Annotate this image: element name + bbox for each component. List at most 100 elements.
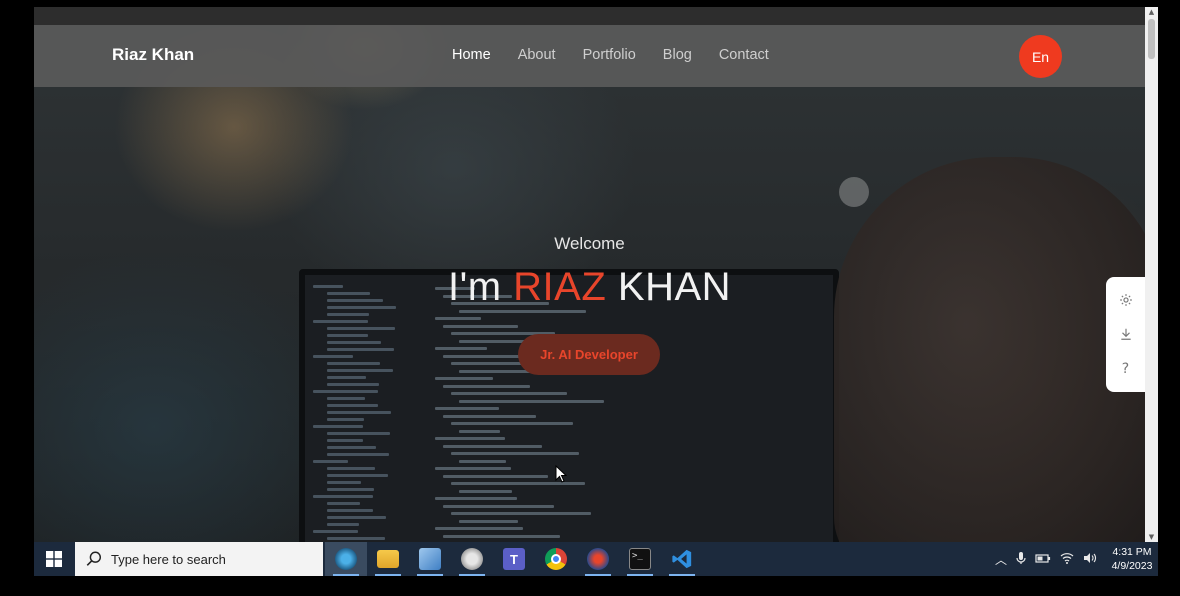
monitor-sidebar-line <box>327 362 380 365</box>
nav-links: Home About Portfolio Blog Contact <box>452 47 796 63</box>
monitor-sidebar-line <box>313 320 368 323</box>
terminal-icon: >_ <box>629 548 651 570</box>
page-scrollbar[interactable]: ▲ ▼ <box>1145 7 1158 542</box>
vscode-icon <box>672 549 692 569</box>
app-7-icon <box>587 548 609 570</box>
folder-icon <box>377 550 399 568</box>
monitor-sidebar-line <box>327 411 391 414</box>
monitor-sidebar-line <box>313 460 348 463</box>
monitor-sidebar-line <box>327 432 390 435</box>
monitor-sidebar-line <box>327 348 394 351</box>
taskbar-app-chrome[interactable] <box>535 542 577 576</box>
monitor-sidebar-line <box>327 502 360 505</box>
hero-background-person <box>834 157 1145 542</box>
monitor-code-line <box>451 452 579 455</box>
help-icon[interactable]: ? <box>1117 360 1135 378</box>
hero-background-light <box>839 177 869 207</box>
monitor-code-line <box>435 437 505 440</box>
taskbar-app-terminal[interactable]: >_ <box>619 542 661 576</box>
monitor-sidebar-line <box>327 376 366 379</box>
taskbar-app-cortana[interactable] <box>325 542 367 576</box>
hero-role-button[interactable]: Jr. AI Developer <box>518 334 660 375</box>
scroll-up-arrow-icon[interactable]: ▲ <box>1147 7 1156 17</box>
start-button[interactable] <box>34 542 74 576</box>
scroll-down-arrow-icon[interactable]: ▼ <box>1147 532 1156 542</box>
monitor-sidebar-line <box>327 334 368 337</box>
monitor-code-line <box>451 392 567 395</box>
monitor-sidebar-line <box>327 341 381 344</box>
taskbar-app-file-explorer[interactable] <box>367 542 409 576</box>
system-tray: ︿ 4:31 PM 4/9/2023 <box>995 542 1158 576</box>
hero-title-accent: RIAZ <box>513 265 607 309</box>
windows-taskbar: Type here to search T >_ ︿ 4:31 PM 4/9/2… <box>34 542 1158 576</box>
hero-title: I'm RIAZ KHAN <box>34 265 1145 310</box>
monitor-sidebar-line <box>327 383 379 386</box>
taskbar-app-7[interactable] <box>577 542 619 576</box>
taskbar-app-vscode[interactable] <box>661 542 703 576</box>
search-placeholder: Type here to search <box>111 551 226 567</box>
monitor-sidebar-line <box>327 369 393 372</box>
monitor-code-line <box>435 527 523 530</box>
scroll-thumb[interactable] <box>1148 19 1155 59</box>
nav-link-home[interactable]: Home <box>452 47 491 63</box>
monitor-code-line <box>435 497 517 500</box>
wifi-icon[interactable] <box>1060 552 1074 567</box>
taskbar-apps: T >_ <box>325 542 703 576</box>
windows-logo-icon <box>46 551 62 567</box>
microphone-icon[interactable] <box>1016 551 1026 568</box>
monitor-sidebar-line <box>327 418 364 421</box>
taskbar-app-teams[interactable]: T <box>493 542 535 576</box>
cortana-icon <box>335 548 357 570</box>
monitor-code-line <box>459 519 518 523</box>
search-icon <box>86 551 102 566</box>
site-brand[interactable]: Riaz Khan <box>112 45 194 65</box>
browser-viewport: Riaz Khan Home About Portfolio Blog Cont… <box>34 7 1145 542</box>
site-navbar: Riaz Khan Home About Portfolio Blog Cont… <box>34 25 1145 87</box>
clock-time: 4:31 PM <box>1112 546 1152 558</box>
monitor-sidebar-line <box>313 390 378 393</box>
taskbar-app-4[interactable] <box>451 542 493 576</box>
hero-title-suffix: KHAN <box>606 265 732 309</box>
monitor-sidebar-line <box>327 474 388 477</box>
monitor-sidebar-line <box>327 453 389 456</box>
monitor-sidebar-line <box>327 481 361 484</box>
monitor-sidebar-line <box>327 397 365 400</box>
monitor-code-line <box>443 414 536 418</box>
monitor-sidebar-line <box>327 516 386 519</box>
monitor-code-line <box>443 384 530 388</box>
monitor-sidebar-line <box>327 537 385 540</box>
side-tools-panel: ? <box>1106 277 1145 392</box>
monitor-sidebar <box>309 279 419 542</box>
monitor-code-line <box>459 459 506 463</box>
monitor-code-line <box>435 407 499 410</box>
monitor-sidebar-line <box>327 439 363 442</box>
monitor-code-line <box>459 399 604 403</box>
monitor-sidebar-line <box>327 327 395 330</box>
monitor-code-line <box>435 347 487 350</box>
monitor-code-line <box>451 512 591 515</box>
monitor-code-line <box>451 422 573 425</box>
monitor-sidebar-line <box>313 355 353 358</box>
gear-icon[interactable] <box>1117 291 1135 309</box>
volume-icon[interactable] <box>1083 552 1097 567</box>
taskbar-search-box[interactable]: Type here to search <box>75 542 323 576</box>
mouse-cursor-icon <box>555 465 567 483</box>
download-icon[interactable] <box>1117 325 1135 343</box>
nav-link-blog[interactable]: Blog <box>663 47 692 63</box>
taskbar-clock[interactable]: 4:31 PM 4/9/2023 <box>1106 545 1158 573</box>
monitor-code-line <box>443 504 554 508</box>
monitor-code-line <box>459 429 500 433</box>
nav-link-portfolio[interactable]: Portfolio <box>583 47 636 63</box>
nav-link-about[interactable]: About <box>518 47 556 63</box>
monitor-code-line <box>435 467 511 470</box>
language-button[interactable]: En <box>1019 35 1062 78</box>
hero-title-prefix: I'm <box>447 265 514 309</box>
monitor-sidebar-line <box>313 495 373 498</box>
monitor-code-line <box>443 354 524 358</box>
chevron-up-icon[interactable]: ︿ <box>995 551 1007 568</box>
network-app-icon <box>419 548 441 570</box>
battery-icon[interactable] <box>1035 552 1051 567</box>
taskbar-app-3[interactable] <box>409 542 451 576</box>
nav-link-contact[interactable]: Contact <box>719 47 769 63</box>
monitor-sidebar-line <box>327 313 369 316</box>
